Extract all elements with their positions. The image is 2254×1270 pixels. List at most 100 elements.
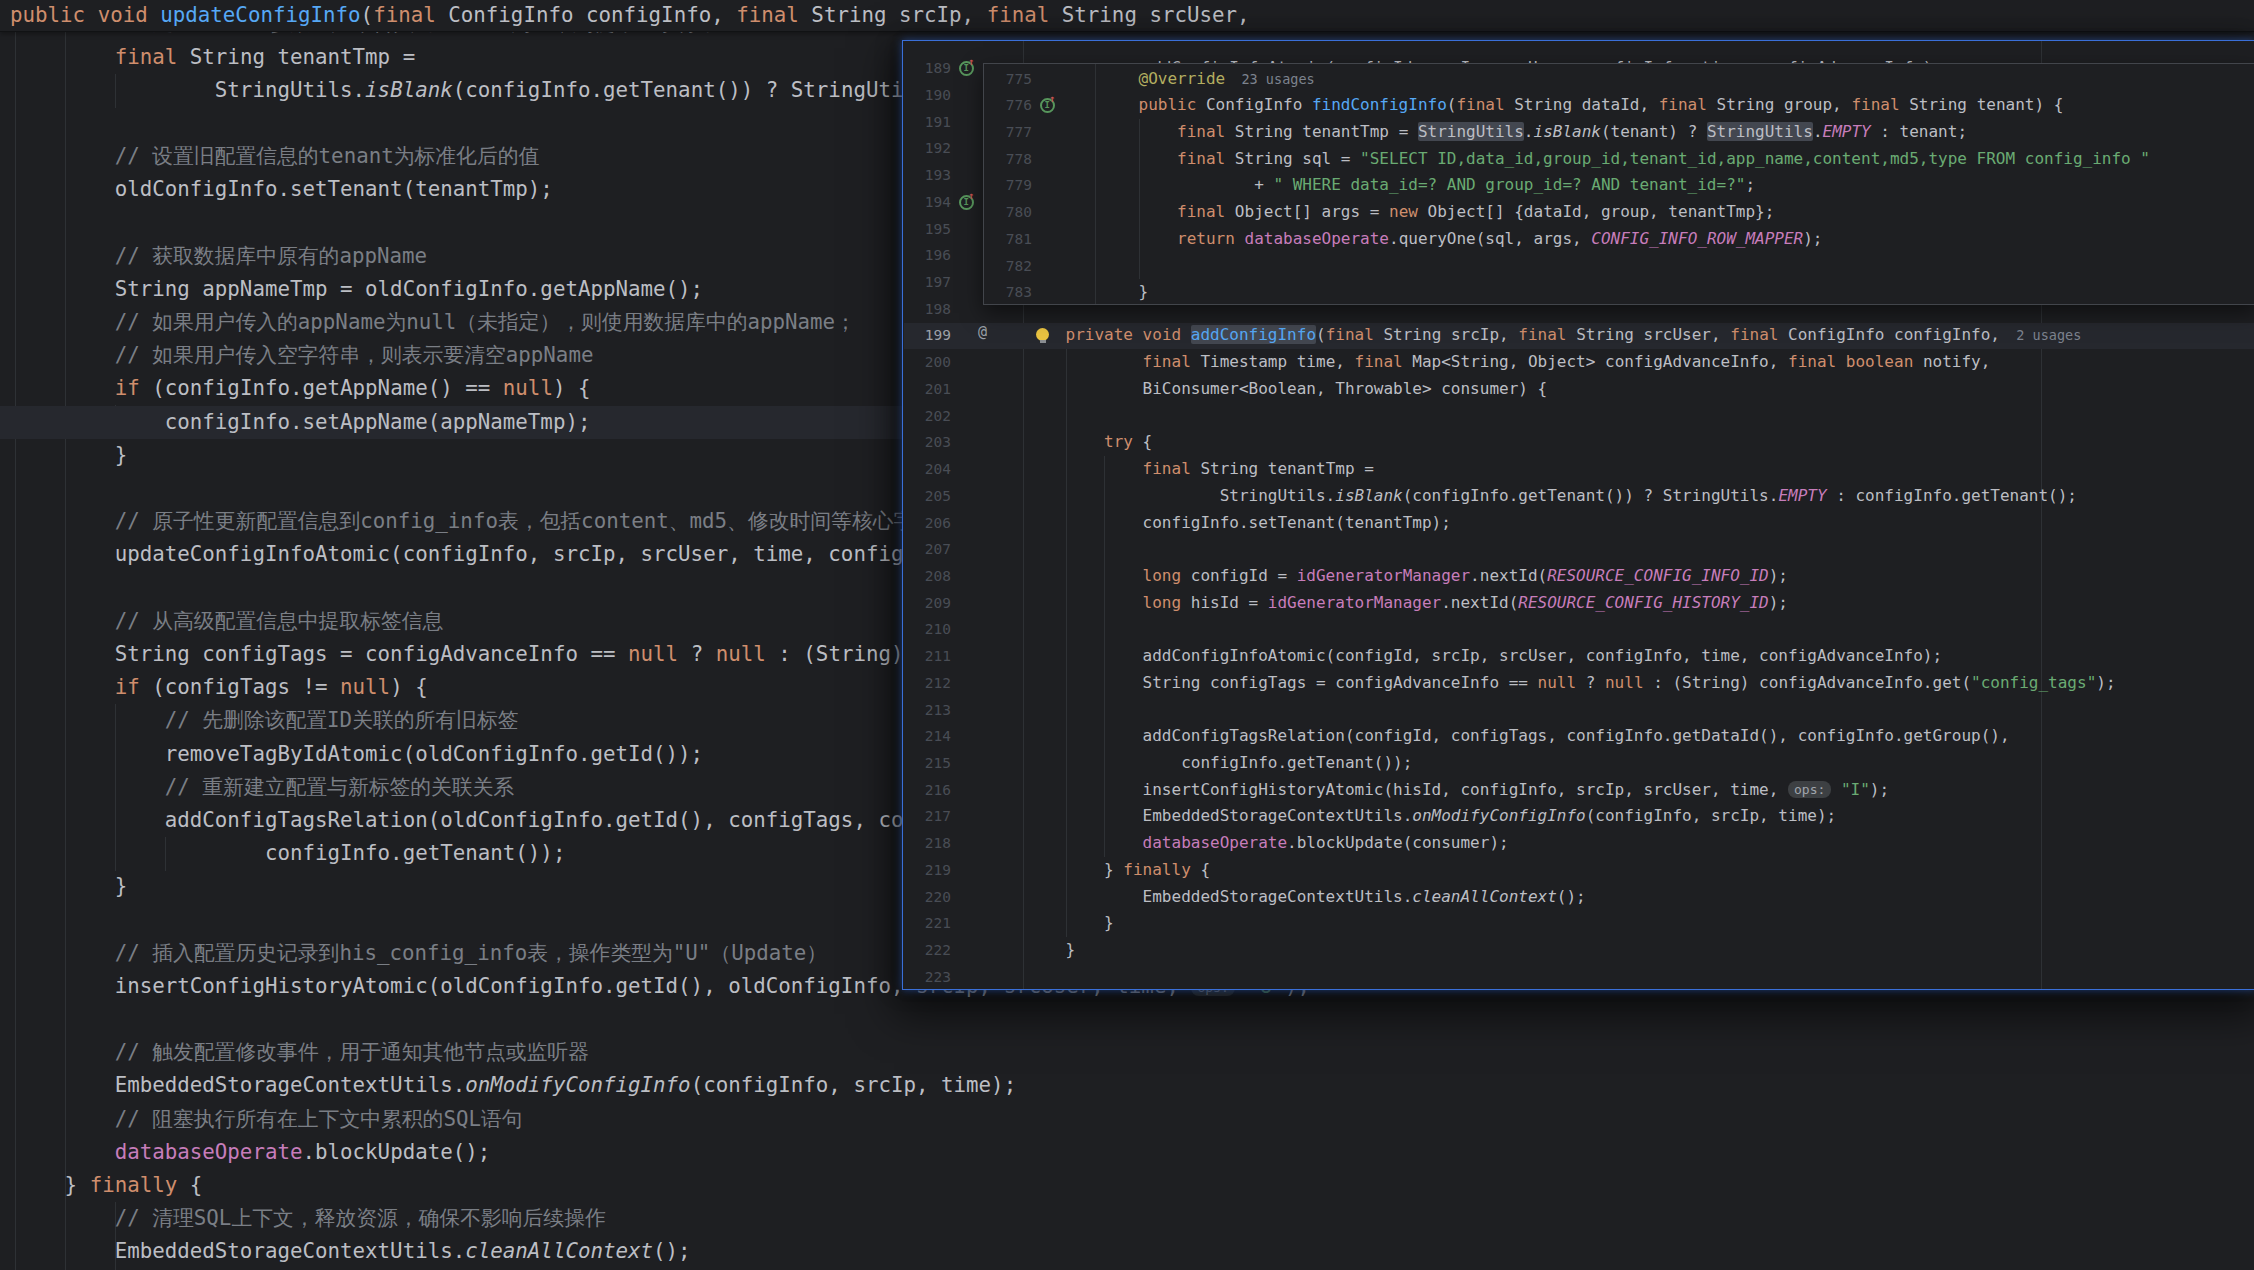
code-line[interactable]: public void updateConfigInfo(final Confi… xyxy=(0,0,2254,31)
line-number: 781 xyxy=(984,226,1032,253)
line-number: 217 xyxy=(903,803,951,830)
code-line[interactable]: @Override 23 usages xyxy=(1100,66,2150,93)
line-number: 189 xyxy=(903,55,951,82)
line-number: 210 xyxy=(903,616,951,643)
code-line[interactable]: try { xyxy=(1027,429,2116,456)
line-number: 207 xyxy=(903,536,951,563)
sticky-method-header[interactable]: public void updateConfigInfo(final Confi… xyxy=(0,0,2254,32)
line-number: 219 xyxy=(903,857,951,884)
overrides-method-icon[interactable] xyxy=(1040,98,1055,113)
line-number: 779 xyxy=(984,172,1032,199)
code-line[interactable]: // 阻塞执行所有在上下文中累积的SQL语句 xyxy=(0,1103,2254,1136)
ide-editor: { "sticky": {"lines": [ {"t": [["k","pub… xyxy=(0,0,2254,1270)
popup-gutter[interactable]: 1891901911921931941951961971981992002012… xyxy=(903,55,951,990)
code-line[interactable]: EmbeddedStorageContextUtils.onModifyConf… xyxy=(0,1069,2254,1102)
code-line[interactable]: EmbeddedStorageContextUtils.cleanAllCont… xyxy=(1027,884,2116,911)
code-line[interactable] xyxy=(1027,964,2116,990)
gutter-separator xyxy=(1095,64,1096,304)
code-line[interactable] xyxy=(1027,536,2116,563)
line-number: 214 xyxy=(903,723,951,750)
line-number: 782 xyxy=(984,253,1032,280)
line-number: 222 xyxy=(903,937,951,964)
line-number: 223 xyxy=(903,964,951,990)
code-line[interactable]: // 清理SQL上下文，释放资源，确保不影响后续操作 xyxy=(0,1202,2254,1235)
line-number: 215 xyxy=(903,750,951,777)
line-number: 775 xyxy=(984,66,1032,93)
line-number: 194 xyxy=(903,189,951,216)
line-number: 205 xyxy=(903,483,951,510)
line-number: 202 xyxy=(903,403,951,430)
code-line[interactable]: long hisId = idGeneratorManager.nextId(R… xyxy=(1027,590,2116,617)
implements-method-icon[interactable] xyxy=(959,61,974,76)
nested-definition-popup[interactable]: 775776777778779780781782783 @Override 23… xyxy=(983,63,2254,305)
code-line[interactable]: } xyxy=(1100,279,2150,305)
code-line[interactable]: insertConfigHistoryAtomic(hisId, configI… xyxy=(1027,777,2116,804)
line-number: 191 xyxy=(903,109,951,136)
code-line[interactable]: databaseOperate.blockUpdate(consumer); xyxy=(1027,830,2116,857)
line-number: 201 xyxy=(903,376,951,403)
line-number: 203 xyxy=(903,429,951,456)
code-line[interactable]: } xyxy=(1027,910,2116,937)
line-number: 193 xyxy=(903,162,951,189)
code-line[interactable]: addConfigInfoAtomic(configId, srcIp, src… xyxy=(1027,643,2116,670)
code-line[interactable]: } xyxy=(1027,937,2116,964)
line-number: 200 xyxy=(903,349,951,376)
quick-definition-popup[interactable]: 1891901911921931941951961971981992002012… xyxy=(902,40,2254,990)
nested-code[interactable]: @Override 23 usages public ConfigInfo fi… xyxy=(1100,66,2150,305)
code-line[interactable]: BiConsumer<Boolean, Throwable> consumer)… xyxy=(1027,376,2116,403)
code-line[interactable]: EmbeddedStorageContextUtils.cleanAllCont… xyxy=(0,1235,2254,1268)
intention-bulb-icon[interactable] xyxy=(1036,328,1049,341)
code-line[interactable]: public ConfigInfo findConfigInfo(final S… xyxy=(1100,92,2150,119)
code-line[interactable]: } finally { xyxy=(1027,857,2116,884)
code-line[interactable]: String configTags = configAdvanceInfo ==… xyxy=(1027,670,2116,697)
line-number: 211 xyxy=(903,643,951,670)
code-line[interactable] xyxy=(1027,403,2116,430)
line-number: 209 xyxy=(903,590,951,617)
line-number: 218 xyxy=(903,830,951,857)
code-line[interactable] xyxy=(0,1003,2254,1036)
line-number: 776 xyxy=(984,92,1032,119)
line-number: 196 xyxy=(903,242,951,269)
code-line[interactable]: databaseOperate.blockUpdate(); xyxy=(0,1136,2254,1169)
code-line[interactable]: final String sql = "SELECT ID,data_id,gr… xyxy=(1100,146,2150,173)
code-line[interactable]: StringUtils.isBlank(configInfo.getTenant… xyxy=(1027,483,2116,510)
code-line[interactable] xyxy=(1027,697,2116,724)
code-line[interactable]: return databaseOperate.queryOne(sql, arg… xyxy=(1100,226,2150,253)
code-line[interactable]: + " WHERE data_id=? AND group_id=? AND t… xyxy=(1100,172,2150,199)
code-line[interactable]: configInfo.setTenant(tenantTmp); xyxy=(1027,510,2116,537)
code-line[interactable]: addConfigTagsRelation(configId, configTa… xyxy=(1027,723,2116,750)
line-number: 197 xyxy=(903,269,951,296)
code-line[interactable]: long configId = idGeneratorManager.nextI… xyxy=(1027,563,2116,590)
code-line[interactable]: // 触发配置修改事件，用于通知其他节点或监听器 xyxy=(0,1036,2254,1069)
line-number: 192 xyxy=(903,135,951,162)
line-number: 198 xyxy=(903,296,951,323)
line-number: 213 xyxy=(903,697,951,724)
code-line[interactable]: configInfo.getTenant()); xyxy=(1027,750,2116,777)
code-line[interactable]: EmbeddedStorageContextUtils.onModifyConf… xyxy=(1027,803,2116,830)
line-number: 206 xyxy=(903,510,951,537)
line-number: 220 xyxy=(903,884,951,911)
line-number: 212 xyxy=(903,670,951,697)
nested-gutter[interactable]: 775776777778779780781782783 xyxy=(984,66,1032,305)
code-line[interactable]: private void addConfigInfo(final String … xyxy=(1027,322,2116,349)
line-number: 780 xyxy=(984,199,1032,226)
code-line[interactable]: final String tenantTmp = xyxy=(1027,456,2116,483)
line-number: 777 xyxy=(984,119,1032,146)
line-number: 208 xyxy=(903,563,951,590)
line-number: 195 xyxy=(903,216,951,243)
code-line[interactable]: } finally { xyxy=(0,1169,2254,1202)
line-number: 199 xyxy=(903,322,951,349)
line-number: 216 xyxy=(903,777,951,804)
annotation-gutter-icon: @ xyxy=(978,323,987,341)
line-number: 778 xyxy=(984,146,1032,173)
implements-method-icon[interactable] xyxy=(959,195,974,210)
line-number: 221 xyxy=(903,910,951,937)
code-line[interactable]: final Object[] args = new Object[] {data… xyxy=(1100,199,2150,226)
code-line[interactable]: final Timestamp time, final Map<String, … xyxy=(1027,349,2116,376)
code-line[interactable] xyxy=(1027,616,2116,643)
line-number: 204 xyxy=(903,456,951,483)
code-line[interactable] xyxy=(1100,253,2150,280)
code-line[interactable]: final String tenantTmp = StringUtils.isB… xyxy=(1100,119,2150,146)
line-number: 190 xyxy=(903,82,951,109)
line-number: 783 xyxy=(984,279,1032,305)
